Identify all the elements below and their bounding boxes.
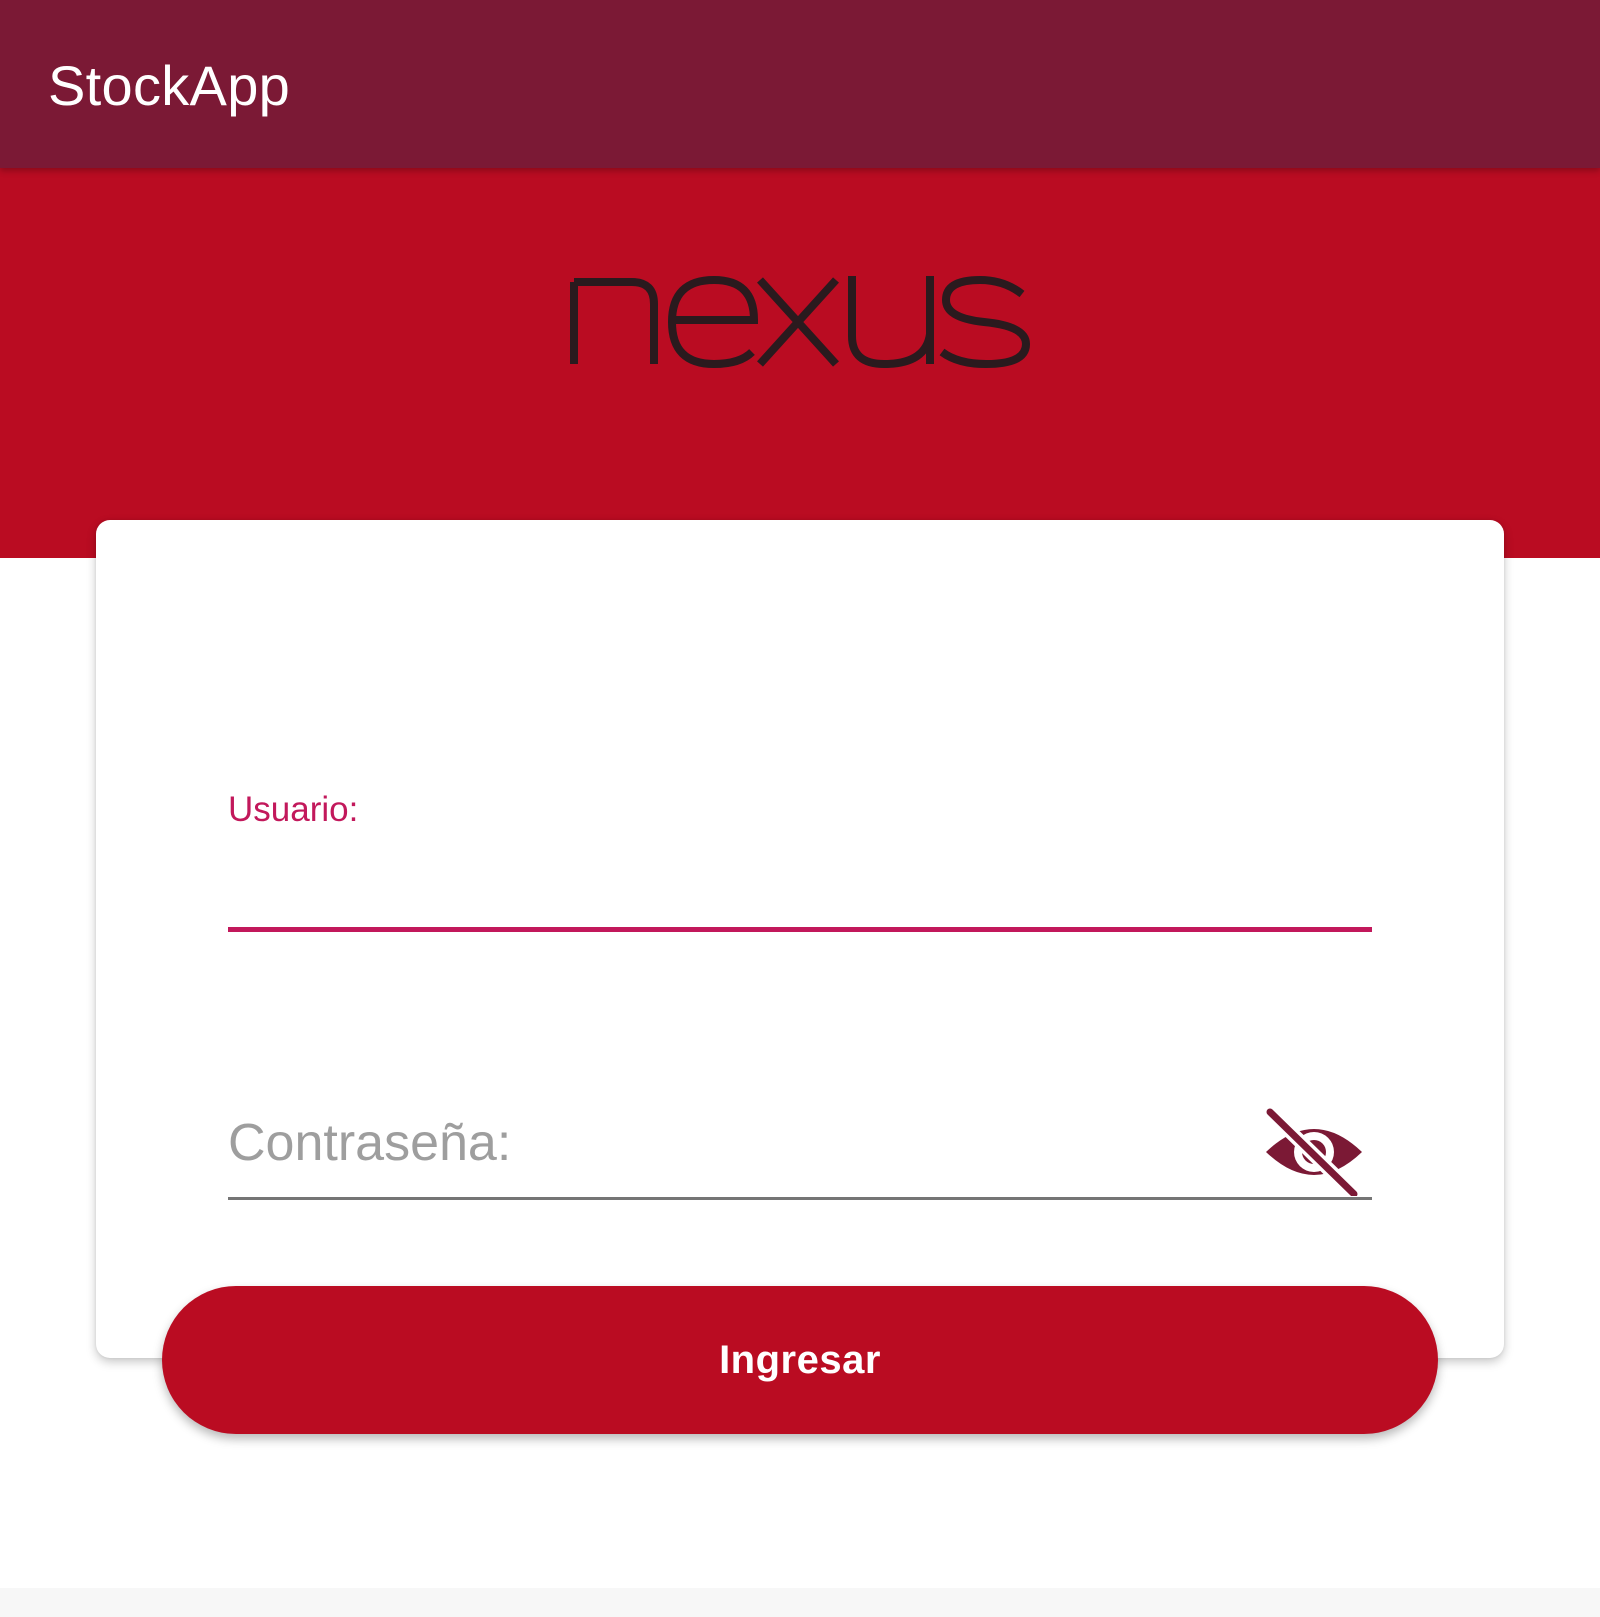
- nexus-logo: [570, 275, 1030, 369]
- username-input[interactable]: [228, 840, 1372, 932]
- app-title: StockApp: [48, 54, 291, 117]
- eye-off-icon: [1263, 1105, 1362, 1201]
- password-visibility-toggle[interactable]: [1262, 1105, 1366, 1201]
- login-card: [96, 520, 1504, 1358]
- username-label: Usuario:: [228, 790, 359, 829]
- app-bar: StockApp: [0, 0, 1600, 168]
- bottom-strip: [0, 1588, 1600, 1617]
- password-input[interactable]: [228, 1100, 1372, 1200]
- login-button[interactable]: Ingresar: [162, 1286, 1438, 1434]
